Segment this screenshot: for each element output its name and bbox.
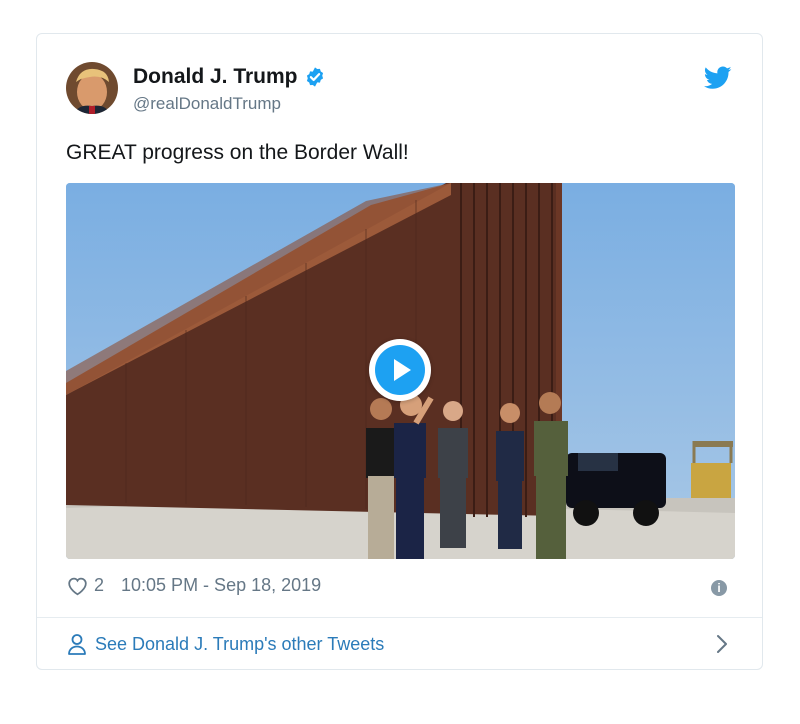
divider <box>37 617 762 618</box>
info-icon[interactable]: i <box>711 580 727 596</box>
tweet-timestamp[interactable]: 10:05 PM - Sep 18, 2019 <box>121 575 321 596</box>
see-other-tweets-link[interactable]: See Donald J. Trump's other Tweets <box>67 633 384 655</box>
like-count[interactable]: 2 <box>94 575 104 596</box>
person-icon <box>68 634 86 655</box>
play-button[interactable] <box>369 339 431 401</box>
tweet-card: Donald J. Trump @realDonaldTrump GREAT p… <box>36 33 763 670</box>
chevron-right-icon[interactable] <box>716 634 728 654</box>
heart-icon[interactable] <box>67 576 88 596</box>
see-other-tweets-label[interactable]: See Donald J. Trump's other Tweets <box>95 634 384 655</box>
author-name-row[interactable]: Donald J. Trump <box>133 65 326 89</box>
author-handle[interactable]: @realDonaldTrump <box>133 94 281 114</box>
verified-badge-icon <box>304 66 326 88</box>
video-thumbnail[interactable] <box>66 183 735 559</box>
play-icon <box>375 345 425 395</box>
avatar[interactable] <box>66 62 118 114</box>
author-name[interactable]: Donald J. Trump <box>133 65 298 89</box>
tweet-meta-row: 2 10:05 PM - Sep 18, 2019 <box>67 575 321 596</box>
twitter-bird-icon[interactable] <box>703 66 732 90</box>
tweet-text: GREAT progress on the Border Wall! <box>66 141 409 164</box>
